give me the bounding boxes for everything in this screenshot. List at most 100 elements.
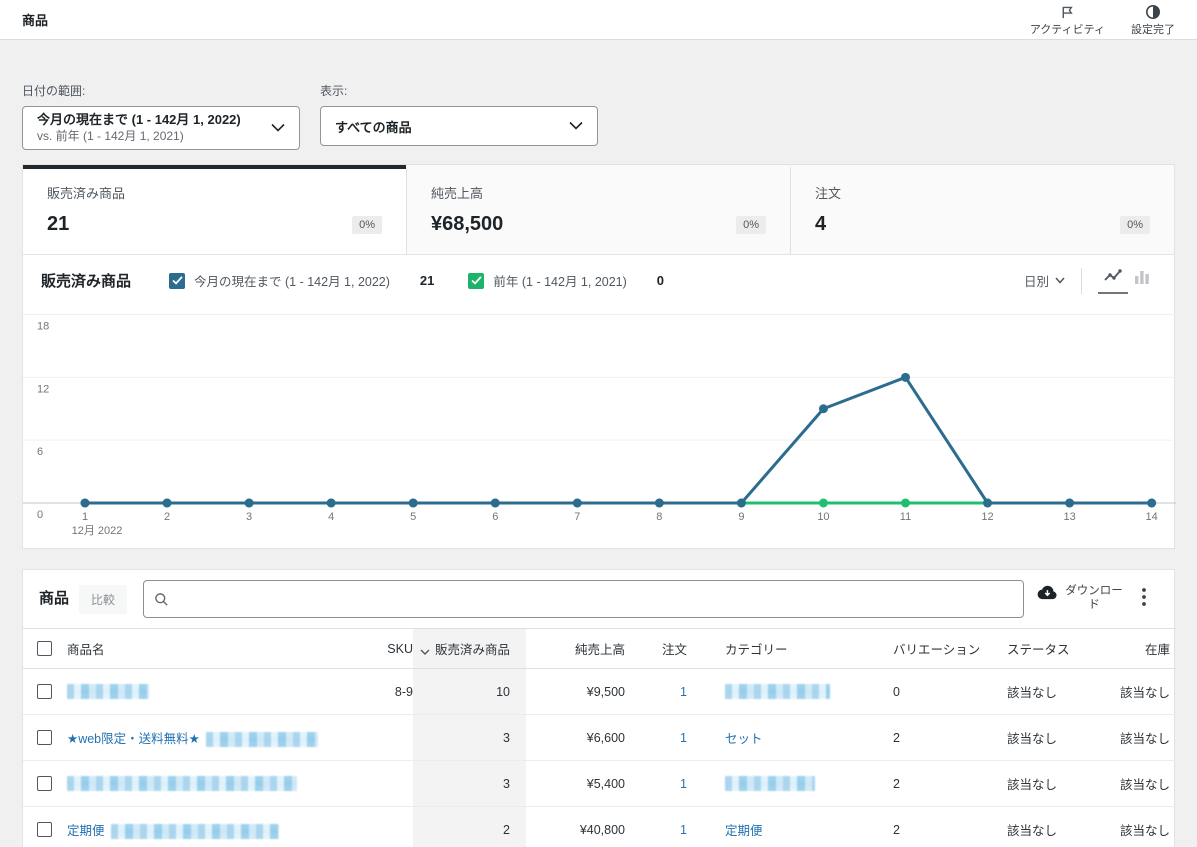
date-range-filter-group: 日付の範囲: 今月の現在まで (1 - 142月 1, 2022) vs. 前年… (22, 82, 300, 150)
search-box[interactable] (143, 580, 1024, 618)
legend-item-current[interactable]: 今月の現在まで (1 - 142月 1, 2022) 21 (169, 271, 434, 290)
card-value: 4 (815, 213, 826, 236)
variations-cell: 2 (887, 807, 1007, 847)
card-label: 純売上高 (431, 183, 766, 202)
checkbox-checked-icon (169, 273, 185, 289)
products-table: 商品名 SKU 販売済み商品 純売上高 注文 カテゴリー バリエーション ステー… (23, 628, 1176, 847)
table-row: 3 ¥5,400 1 2 該当なし 該当なし (23, 761, 1176, 807)
compare-button[interactable]: 比較 (79, 585, 127, 614)
svg-text:12月 2022: 12月 2022 (72, 525, 123, 537)
chart-controls: 日別 (1024, 267, 1156, 294)
sku-cell: 8-9 (353, 669, 413, 715)
table-header-row: 商品名 SKU 販売済み商品 純売上高 注文 カテゴリー バリエーション ステー… (23, 629, 1176, 669)
status-cell: 該当なし (1007, 715, 1097, 761)
show-value: すべての商品 (335, 117, 412, 136)
svg-text:12: 12 (37, 383, 49, 395)
variations-cell: 2 (887, 761, 1007, 807)
interval-select[interactable]: 日別 (1024, 271, 1065, 290)
net-sales-cell: ¥6,600 (526, 715, 641, 761)
search-input[interactable] (177, 592, 1013, 607)
download-icon (1036, 585, 1057, 600)
bar-chart-toggle[interactable] (1128, 268, 1156, 293)
svg-text:6: 6 (492, 511, 498, 523)
product-name-link[interactable]: 定期便 (67, 824, 105, 838)
redacted-product-name (206, 732, 318, 747)
download-button[interactable]: ダウンロード (1042, 585, 1120, 613)
stock-cell: 該当なし (1097, 715, 1176, 761)
chevron-down-icon (1055, 277, 1065, 284)
svg-text:18: 18 (37, 321, 49, 333)
setup-progress-button[interactable]: 設定完了 (1131, 2, 1175, 37)
redacted-product-name (67, 684, 149, 699)
show-filter-group: 表示: すべての商品 (320, 82, 598, 150)
topbar-actions: アクティビティ 設定完了 (1030, 2, 1175, 37)
items-sold-cell: 10 (413, 669, 526, 715)
half-circle-icon (1145, 4, 1161, 20)
column-header-items-sold[interactable]: 販売済み商品 (413, 629, 526, 669)
table-row: ★web限定・送料無料★ 3 ¥6,600 1 セット 2 該当なし 該当なし (23, 715, 1176, 761)
activity-button[interactable]: アクティビティ (1030, 2, 1105, 37)
summary-card-items-sold[interactable]: 販売済み商品 21 0% (23, 165, 406, 254)
column-header-category: カテゴリー (703, 629, 887, 669)
ellipsis-menu-button[interactable] (1130, 588, 1158, 611)
activity-label: アクティビティ (1030, 21, 1105, 37)
orders-link[interactable]: 1 (680, 685, 687, 699)
setup-label: 設定完了 (1131, 21, 1175, 37)
row-checkbox[interactable] (37, 822, 52, 837)
net-sales-cell: ¥40,800 (526, 807, 641, 847)
orders-link[interactable]: 1 (680, 823, 687, 837)
svg-text:9: 9 (738, 511, 744, 523)
column-header-variations[interactable]: バリエーション (887, 629, 1007, 669)
table-row: 定期便 2 ¥40,800 1 定期便 2 該当なし 該当なし (23, 807, 1176, 847)
chevron-down-icon (569, 117, 583, 135)
category-link[interactable]: セット (725, 732, 763, 746)
row-checkbox[interactable] (37, 776, 52, 791)
line-chart-toggle[interactable] (1098, 267, 1128, 294)
row-checkbox[interactable] (37, 684, 52, 699)
column-header-sku[interactable]: SKU (353, 629, 413, 669)
svg-text:8: 8 (656, 511, 662, 523)
table-row: 8-9 10 ¥9,500 1 0 該当なし 該当なし (23, 669, 1176, 715)
row-checkbox[interactable] (37, 730, 52, 745)
redacted-product-name (67, 776, 297, 791)
topbar: 商品 アクティビティ 設定完了 (0, 0, 1197, 40)
flag-icon (1060, 5, 1075, 20)
legend-value: 21 (420, 273, 434, 288)
bar-chart-icon (1134, 270, 1150, 284)
status-cell: 該当なし (1007, 669, 1097, 715)
select-all-checkbox[interactable] (37, 641, 52, 656)
show-select[interactable]: すべての商品 (320, 106, 598, 146)
date-range-select[interactable]: 今月の現在まで (1 - 142月 1, 2022) vs. 前年 (1 - 1… (22, 106, 300, 150)
svg-text:1: 1 (82, 511, 88, 523)
legend-item-previous[interactable]: 前年 (1 - 142月 1, 2021) 0 (468, 271, 664, 290)
date-range-label: 日付の範囲: (22, 82, 300, 99)
download-label: ダウンロード (1062, 585, 1126, 613)
net-sales-cell: ¥9,500 (526, 669, 641, 715)
column-header-orders[interactable]: 注文 (641, 629, 703, 669)
chart-title: 販売済み商品 (41, 270, 131, 291)
report-filters: 日付の範囲: 今月の現在まで (1 - 142月 1, 2022) vs. 前年… (22, 82, 1175, 150)
orders-link[interactable]: 1 (680, 777, 687, 791)
column-header-status: ステータス (1007, 629, 1097, 669)
column-header-net-sales[interactable]: 純売上高 (526, 629, 641, 669)
date-range-secondary: vs. 前年 (1 - 142月 1, 2021) (37, 129, 241, 144)
sku-cell (353, 761, 413, 807)
summary-card-net-sales[interactable]: 純売上高 ¥68,500 0% (406, 165, 790, 254)
date-range-primary: 今月の現在まで (1 - 142月 1, 2022) (37, 112, 241, 128)
column-header-name[interactable]: 商品名 (67, 629, 353, 669)
card-label: 注文 (815, 183, 1150, 202)
items-sold-cell: 3 (413, 715, 526, 761)
orders-link[interactable]: 1 (680, 731, 687, 745)
sku-cell (353, 715, 413, 761)
category-link[interactable]: 定期便 (725, 824, 763, 838)
summary-card-orders[interactable]: 注文 4 0% (790, 165, 1174, 254)
chevron-down-icon (271, 119, 285, 137)
svg-text:13: 13 (1063, 511, 1075, 523)
delta-badge: 0% (1120, 216, 1150, 234)
svg-text:14: 14 (1146, 511, 1158, 523)
show-label: 表示: (320, 82, 598, 99)
product-name-link[interactable]: ★web限定・送料無料★ (67, 732, 200, 746)
products-table-panel: 商品 比較 ダウンロード (22, 569, 1175, 847)
checkbox-checked-icon (468, 273, 484, 289)
divider (1081, 268, 1082, 294)
